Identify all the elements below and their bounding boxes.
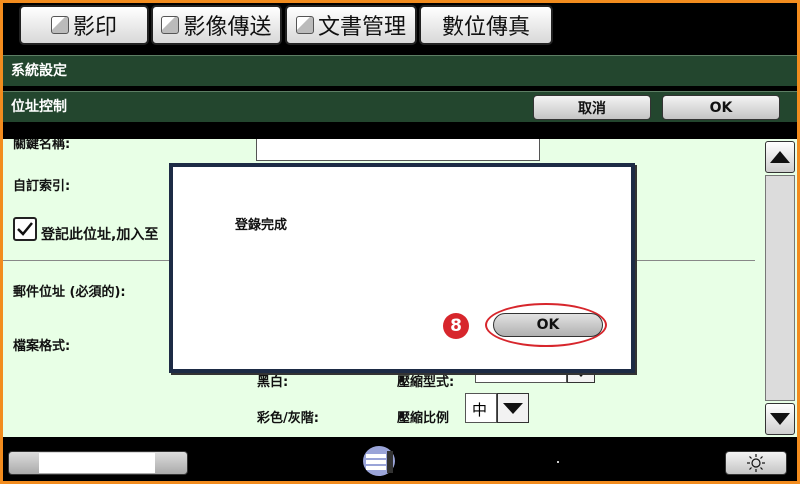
cancel-button[interactable]: 取消: [533, 95, 651, 120]
ok-button[interactable]: OK: [662, 95, 780, 120]
chevron-down-icon: [503, 402, 523, 414]
tab-document-filing[interactable]: 文書管理: [285, 5, 417, 45]
printer-icon: [363, 446, 395, 476]
partial-label: 關鍵名稱:: [13, 139, 71, 152]
device-screen: 影印 影像傳送 文書管理 數位傳真 系統設定 位址控制 取消 OK 關鍵名稱: …: [3, 3, 797, 481]
system-settings-title: 系統設定: [11, 63, 67, 79]
register-label: 登記此位址,加入至: [41, 227, 159, 243]
bw-label: 黑白:: [257, 375, 289, 390]
compression-ratio-label: 壓縮比例: [397, 411, 450, 426]
tab-label: 影像傳送: [183, 15, 272, 40]
image-send-icon: [161, 16, 180, 34]
status-field: [39, 453, 155, 473]
register-checkbox[interactable]: [13, 217, 37, 241]
cancel-label: 取消: [578, 100, 606, 117]
dialog-ok-button[interactable]: OK: [493, 313, 603, 337]
tab-label: 影印: [72, 15, 117, 40]
system-settings-bar: 系統設定: [3, 55, 797, 86]
scroll-track[interactable]: [765, 175, 795, 401]
email-label: 郵件位址 (必須的):: [13, 285, 126, 300]
tab-digital-fax[interactable]: 數位傳真: [419, 5, 553, 45]
file-format-label: 檔案格式:: [13, 339, 71, 354]
registration-complete-dialog: 登錄完成 8 OK: [169, 163, 635, 373]
tab-copy[interactable]: 影印: [19, 5, 149, 45]
dialog-message: 登錄完成: [235, 218, 288, 233]
copy-icon: [50, 16, 69, 34]
compression-ratio-select[interactable]: 中: [465, 393, 497, 423]
arrow-up-icon: [770, 151, 790, 163]
address-control-title: 位址控制: [11, 99, 67, 115]
scroll-up-button[interactable]: [765, 141, 795, 173]
status-display[interactable]: [8, 451, 188, 475]
arrow-down-icon: [770, 413, 790, 425]
compression-ratio-value: 中: [472, 401, 488, 419]
scrollbar[interactable]: [763, 139, 797, 437]
dialog-ok-label: OK: [536, 317, 560, 333]
checkmark-icon: [17, 222, 33, 236]
step-number: 8: [450, 316, 462, 336]
document-filing-icon: [295, 16, 314, 34]
tab-label: 數位傳真: [441, 15, 530, 40]
color-gray-label: 彩色/灰階:: [257, 411, 319, 426]
custom-index-label: 自訂索引:: [13, 179, 71, 194]
job-status-icon[interactable]: [361, 445, 397, 477]
brightness-icon: [747, 454, 765, 472]
compression-ratio-dropdown[interactable]: [497, 393, 529, 423]
compression-type-label: 壓縮型式:: [397, 375, 455, 390]
tab-label: 文書管理: [317, 15, 406, 40]
name-input[interactable]: [256, 139, 540, 161]
brightness-button[interactable]: [725, 451, 787, 475]
status-dot: [557, 461, 559, 463]
scroll-down-button[interactable]: [765, 403, 795, 435]
bottom-bar: [3, 437, 797, 481]
ok-label: OK: [709, 99, 733, 116]
step-badge: 8: [443, 313, 469, 339]
tab-image-send[interactable]: 影像傳送: [151, 5, 282, 45]
